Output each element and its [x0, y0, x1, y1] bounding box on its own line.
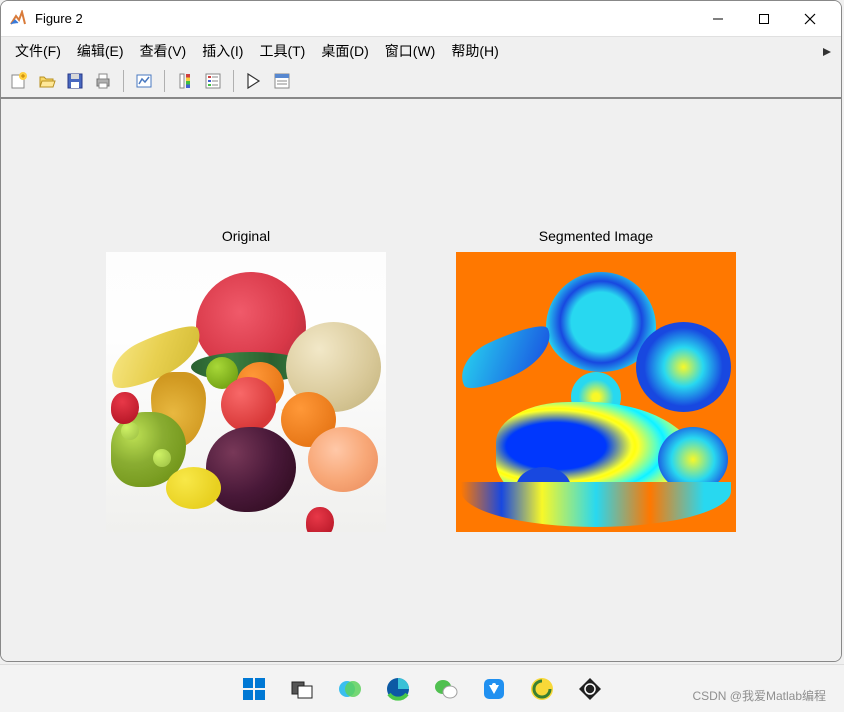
- tear-off-icon[interactable]: [821, 45, 833, 61]
- matlab-icon: [9, 10, 27, 28]
- subplot-original: Original: [106, 228, 386, 532]
- edit-plot-icon[interactable]: [242, 69, 266, 93]
- insert-colorbar-icon[interactable]: [173, 69, 197, 93]
- save-icon[interactable]: [63, 69, 87, 93]
- menu-view[interactable]: 查看(V): [132, 38, 195, 64]
- menu-window[interactable]: 窗口(W): [377, 38, 444, 64]
- menubar: 文件(F)编辑(E)查看(V)插入(I)工具(T)桌面(D)窗口(W)帮助(H): [1, 37, 841, 65]
- window-title: Figure 2: [35, 11, 695, 26]
- menu-tools[interactable]: 工具(T): [251, 38, 313, 64]
- start-icon[interactable]: [234, 669, 274, 709]
- task-view-icon[interactable]: [282, 669, 322, 709]
- original-image: [106, 252, 386, 532]
- insert-legend-icon[interactable]: [201, 69, 225, 93]
- minimize-button[interactable]: [695, 3, 741, 35]
- titlebar: Figure 2: [1, 1, 841, 37]
- watermark: CSDN @我爱Matlab编程: [692, 687, 826, 704]
- new-figure-icon[interactable]: [7, 69, 31, 93]
- toolbar-separator: [233, 70, 234, 92]
- link-plot-icon[interactable]: [132, 69, 156, 93]
- tencent-icon[interactable]: [522, 669, 562, 709]
- menu-file[interactable]: 文件(F): [7, 38, 69, 64]
- print-icon[interactable]: [91, 69, 115, 93]
- wechat-icon[interactable]: [426, 669, 466, 709]
- menu-insert[interactable]: 插入(I): [194, 38, 251, 64]
- menu-help[interactable]: 帮助(H): [443, 38, 506, 64]
- open-icon[interactable]: [35, 69, 59, 93]
- figure-client-area: Original: [1, 99, 841, 661]
- toolbar-separator: [123, 70, 124, 92]
- window-controls: [695, 3, 833, 35]
- open-property-inspector-icon[interactable]: [270, 69, 294, 93]
- subplot-segmented: Segmented Image: [456, 228, 736, 532]
- copilot-icon[interactable]: [330, 669, 370, 709]
- toolbar-separator: [164, 70, 165, 92]
- other-app-icon[interactable]: [570, 669, 610, 709]
- menu-edit[interactable]: 编辑(E): [69, 38, 132, 64]
- close-button[interactable]: [787, 3, 833, 35]
- tim-icon[interactable]: [474, 669, 514, 709]
- segmented-image: [456, 252, 736, 532]
- edge-icon[interactable]: [378, 669, 418, 709]
- subplot-title-left: Original: [106, 228, 386, 244]
- subplot-title-right: Segmented Image: [456, 228, 736, 244]
- figure-window: Figure 2 文件(F)编辑(E)查看(V)插入(I)工具(T)桌面(D)窗…: [0, 0, 842, 662]
- menu-desktop[interactable]: 桌面(D): [313, 38, 376, 64]
- toolbar: [1, 65, 841, 99]
- maximize-button[interactable]: [741, 3, 787, 35]
